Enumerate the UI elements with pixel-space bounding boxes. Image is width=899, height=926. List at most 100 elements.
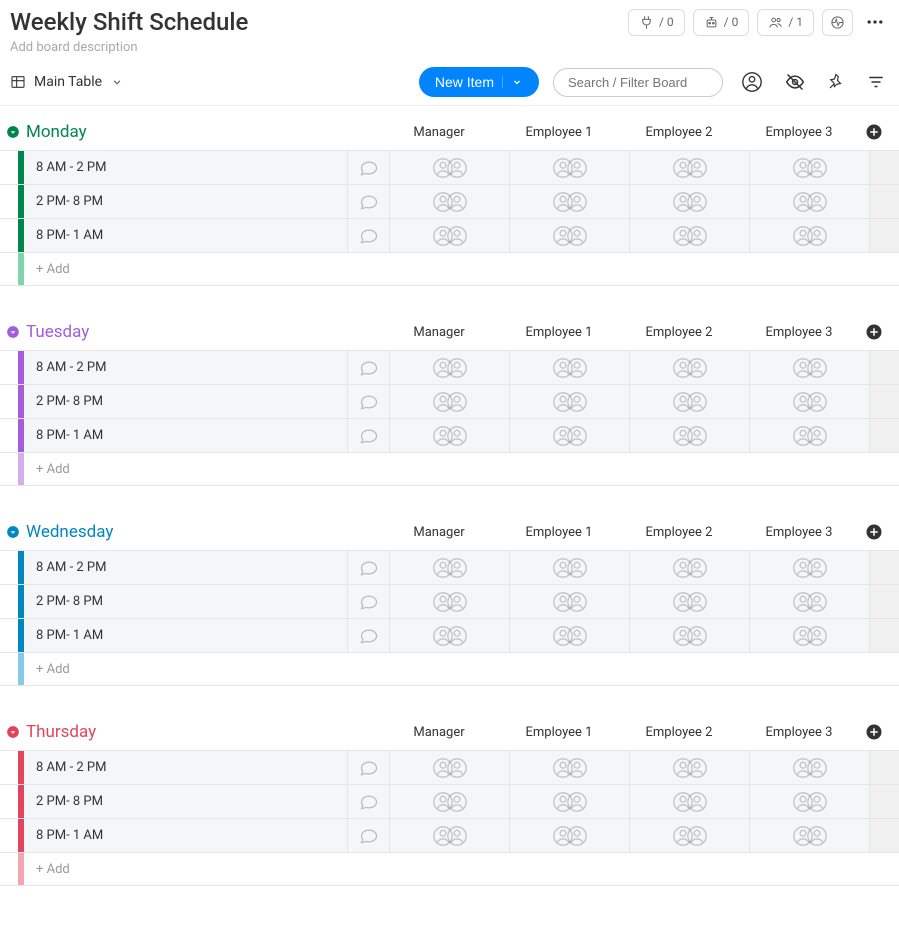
conversation-cell[interactable] [347, 351, 389, 384]
person-cell[interactable] [509, 419, 629, 452]
person-cell[interactable] [389, 185, 509, 218]
collapse-icon[interactable] [6, 525, 20, 539]
person-cell[interactable] [749, 185, 869, 218]
members-badge[interactable]: / 1 [757, 9, 814, 36]
person-cell[interactable] [509, 585, 629, 618]
person-cell[interactable] [509, 185, 629, 218]
conversation-cell[interactable] [347, 619, 389, 652]
person-cell[interactable] [629, 219, 749, 252]
add-column-button[interactable] [859, 523, 889, 541]
view-selector[interactable]: Main Table [10, 74, 124, 90]
column-header[interactable]: Employee 2 [619, 325, 739, 340]
row-name-cell[interactable]: 8 PM- 1 AM [24, 619, 347, 652]
collapse-icon[interactable] [6, 325, 20, 339]
person-cell[interactable] [629, 619, 749, 652]
person-cell[interactable] [389, 619, 509, 652]
person-cell[interactable] [629, 151, 749, 184]
conversation-cell[interactable] [347, 551, 389, 584]
conversation-cell[interactable] [347, 819, 389, 852]
column-header[interactable]: Manager [379, 525, 499, 540]
person-cell[interactable] [629, 551, 749, 584]
person-cell[interactable] [389, 219, 509, 252]
board-title[interactable]: Weekly Shift Schedule [10, 8, 248, 36]
person-cell[interactable] [629, 185, 749, 218]
pin-button[interactable] [823, 69, 849, 95]
person-cell[interactable] [389, 819, 509, 852]
person-cell[interactable] [629, 385, 749, 418]
add-row[interactable]: + Add [0, 452, 899, 486]
add-row-label[interactable]: + Add [24, 853, 899, 885]
person-cell[interactable] [509, 819, 629, 852]
column-header[interactable]: Employee 3 [739, 125, 859, 140]
group-title[interactable]: Thursday [26, 722, 96, 742]
group-title[interactable]: Monday [26, 122, 87, 142]
row-name-cell[interactable]: 2 PM- 8 PM [24, 385, 347, 418]
person-cell[interactable] [629, 419, 749, 452]
person-cell[interactable] [749, 551, 869, 584]
collapse-icon[interactable] [6, 125, 20, 139]
column-header[interactable]: Employee 2 [619, 125, 739, 140]
person-cell[interactable] [629, 785, 749, 818]
automations-badge[interactable]: / 0 [693, 9, 750, 36]
row-name-cell[interactable]: 8 AM - 2 PM [24, 551, 347, 584]
conversation-cell[interactable] [347, 151, 389, 184]
add-column-button[interactable] [859, 723, 889, 741]
more-options-button[interactable] [861, 8, 889, 36]
column-header[interactable]: Employee 3 [739, 525, 859, 540]
person-cell[interactable] [749, 585, 869, 618]
column-header[interactable]: Employee 1 [499, 725, 619, 740]
search-input[interactable] [553, 68, 723, 97]
new-item-button[interactable]: New Item [419, 67, 539, 97]
person-cell[interactable] [629, 819, 749, 852]
person-cell[interactable] [749, 819, 869, 852]
person-cell[interactable] [389, 585, 509, 618]
row-name-cell[interactable]: 8 PM- 1 AM [24, 219, 347, 252]
add-column-button[interactable] [859, 123, 889, 141]
row-name-cell[interactable]: 2 PM- 8 PM [24, 185, 347, 218]
row-name-cell[interactable]: 8 AM - 2 PM [24, 351, 347, 384]
person-cell[interactable] [509, 551, 629, 584]
collapse-icon[interactable] [6, 725, 20, 739]
row-name-cell[interactable]: 2 PM- 8 PM [24, 785, 347, 818]
person-cell[interactable] [389, 151, 509, 184]
integrations-badge[interactable]: / 0 [628, 9, 685, 36]
person-cell[interactable] [389, 785, 509, 818]
row-name-cell[interactable]: 8 AM - 2 PM [24, 751, 347, 784]
conversation-cell[interactable] [347, 585, 389, 618]
board-description[interactable]: Add board description [10, 40, 248, 55]
row-name-cell[interactable]: 8 AM - 2 PM [24, 151, 347, 184]
person-cell[interactable] [629, 751, 749, 784]
add-row-label[interactable]: + Add [24, 453, 899, 485]
person-cell[interactable] [749, 351, 869, 384]
conversation-cell[interactable] [347, 751, 389, 784]
add-row-label[interactable]: + Add [24, 653, 899, 685]
column-header[interactable]: Employee 2 [619, 525, 739, 540]
person-cell[interactable] [509, 219, 629, 252]
column-header[interactable]: Manager [379, 125, 499, 140]
person-cell[interactable] [749, 151, 869, 184]
person-cell[interactable] [389, 751, 509, 784]
column-header[interactable]: Employee 3 [739, 725, 859, 740]
person-cell[interactable] [749, 619, 869, 652]
add-row[interactable]: + Add [0, 652, 899, 686]
person-cell[interactable] [389, 351, 509, 384]
row-name-cell[interactable]: 8 PM- 1 AM [24, 819, 347, 852]
conversation-cell[interactable] [347, 385, 389, 418]
hide-columns-button[interactable] [781, 68, 809, 96]
column-header[interactable]: Employee 1 [499, 525, 619, 540]
add-row-label[interactable]: + Add [24, 253, 899, 285]
column-header[interactable]: Employee 1 [499, 325, 619, 340]
new-item-dropdown[interactable] [502, 76, 523, 88]
conversation-cell[interactable] [347, 185, 389, 218]
add-row[interactable]: + Add [0, 852, 899, 886]
group-title[interactable]: Tuesday [26, 322, 89, 342]
person-cell[interactable] [509, 351, 629, 384]
row-name-cell[interactable]: 2 PM- 8 PM [24, 585, 347, 618]
person-cell[interactable] [749, 751, 869, 784]
conversation-cell[interactable] [347, 419, 389, 452]
person-cell[interactable] [749, 785, 869, 818]
add-row[interactable]: + Add [0, 252, 899, 286]
add-column-button[interactable] [859, 323, 889, 341]
column-header[interactable]: Employee 3 [739, 325, 859, 340]
conversation-cell[interactable] [347, 785, 389, 818]
